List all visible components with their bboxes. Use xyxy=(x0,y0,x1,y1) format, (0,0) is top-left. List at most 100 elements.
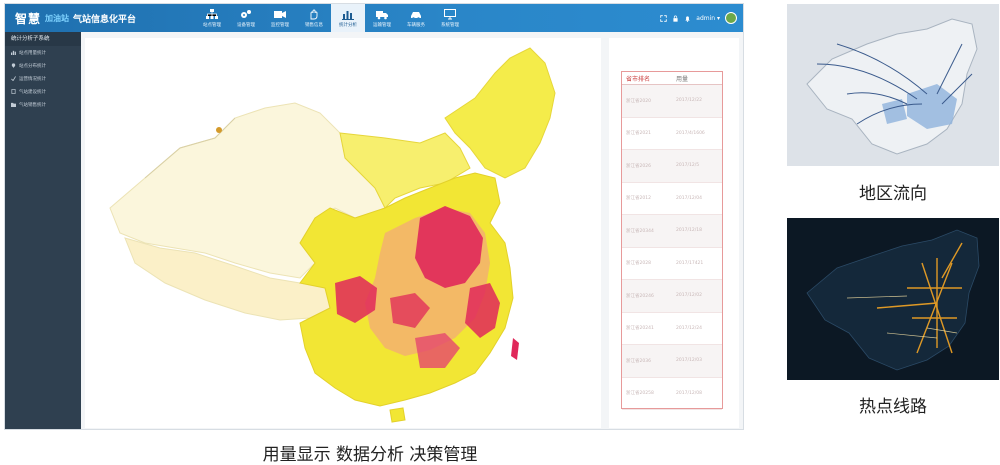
top-right-tools: admin ▾ xyxy=(660,4,737,32)
column-header-usage[interactable]: 用量 xyxy=(672,74,722,83)
chart-icon xyxy=(11,50,16,55)
table-row[interactable]: 浙江省20241 2017/12/24 xyxy=(622,313,722,345)
table-row[interactable]: 浙江省20258 2017/12/08 xyxy=(622,378,722,410)
cell-region: 浙江省20258 xyxy=(626,391,654,397)
truck-icon xyxy=(376,10,388,19)
ranking-panel: 省市排名 用量 浙江省2020 2017/12/22 浙江省2021 2017/4/1… xyxy=(609,38,739,428)
cell-usage: 2017/12/02 xyxy=(676,293,702,299)
nav-item-4[interactable]: 统计分析 xyxy=(331,4,365,32)
cell-usage: 2017/12/08 xyxy=(676,390,702,396)
brand-subtitle: 加油站 xyxy=(45,13,70,23)
sitemap-icon xyxy=(206,8,218,19)
bar-chart-icon xyxy=(342,10,354,20)
caption-hot-routes: 热点线路 xyxy=(859,397,927,417)
table-row[interactable]: 浙江省2026 2017/12/5 xyxy=(622,150,722,183)
sidebar-header: 统计分析子系统 xyxy=(5,32,81,46)
table-row[interactable]: 浙江省2036 2017/12/03 xyxy=(622,345,722,378)
pin-icon xyxy=(11,63,16,68)
sidebar-list: 站点用量统计 站点分布统计 运营情况统计 气站建设统计 气站销售统计 xyxy=(5,46,81,111)
monitor-icon xyxy=(444,8,456,19)
table-row[interactable]: 浙江省20344 2017/12/18 xyxy=(622,215,722,248)
bell-icon[interactable] xyxy=(684,15,691,22)
sidebar-item-1[interactable]: 站点分布统计 xyxy=(5,59,81,72)
cell-usage: 2017/17421 xyxy=(676,260,704,266)
top-bar: 智慧 加油站 气站信息化平台 站点管理 设备管理 监控管理 销售信息 统计分析 运输管理 车… xyxy=(5,4,743,32)
cell-region: 浙江省20241 xyxy=(626,326,654,332)
nav-item-5[interactable]: 运输管理 xyxy=(365,4,399,32)
sidebar-item-label: 站点用量统计 xyxy=(19,50,46,56)
table-body: 浙江省2020 2017/12/22 浙江省2021 2017/4/1606 浙江省20… xyxy=(622,85,722,410)
nav-item-1[interactable]: 设备管理 xyxy=(229,4,263,32)
china-heat-map[interactable] xyxy=(85,38,601,428)
camera-icon xyxy=(274,10,286,18)
nav-item-label: 统计分析 xyxy=(339,22,357,28)
table-row[interactable]: 浙江省2020 2017/12/22 xyxy=(622,85,722,118)
hand-icon xyxy=(310,9,318,19)
cell-usage: 2017/12/18 xyxy=(676,228,702,234)
top-nav: 站点管理 设备管理 监控管理 销售信息 统计分析 运输管理 车辆服务 系统管理 xyxy=(195,4,467,32)
region-flow-thumbnail[interactable] xyxy=(787,4,999,166)
nav-item-label: 监控管理 xyxy=(271,22,289,28)
doc-icon xyxy=(11,89,16,94)
folder-icon xyxy=(11,102,16,107)
nav-item-label: 站点管理 xyxy=(203,22,221,28)
cell-region: 浙江省2012 xyxy=(626,196,651,202)
sidebar-item-3[interactable]: 气站建设统计 xyxy=(5,85,81,98)
cell-usage: 2017/4/1606 xyxy=(676,130,705,136)
cell-usage: 2017/12/24 xyxy=(676,325,702,331)
sidebar-item-0[interactable]: 站点用量统计 xyxy=(5,46,81,59)
caption-main: 用量显示 数据分析 决策管理 xyxy=(262,445,478,465)
caption-region-flow: 地区流向 xyxy=(859,184,927,204)
table-row[interactable]: 浙江省2012 2017/12/04 xyxy=(622,183,722,215)
hot-routes-thumbnail[interactable] xyxy=(787,218,999,380)
app-title: 气站信息化平台 xyxy=(73,14,137,25)
nav-item-0[interactable]: 站点管理 xyxy=(195,4,229,32)
nav-item-6[interactable]: 车辆服务 xyxy=(399,4,433,32)
ranking-table: 省市排名 用量 浙江省2020 2017/12/22 浙江省2021 2017/4/1… xyxy=(621,71,723,410)
gears-icon xyxy=(241,9,251,18)
map-hotspot-dot xyxy=(216,127,222,133)
nav-item-2[interactable]: 监控管理 xyxy=(263,4,297,32)
nav-item-7[interactable]: 系统管理 xyxy=(433,4,467,32)
nav-item-label: 销售信息 xyxy=(305,22,323,28)
main-content: 省市排名 用量 浙江省2020 2017/12/22 浙江省2021 2017/4/1… xyxy=(81,32,743,429)
map-taiwan xyxy=(511,338,519,360)
table-header: 省市排名 用量 xyxy=(622,72,722,85)
table-row[interactable]: 浙江省2021 2017/4/1606 xyxy=(622,118,722,150)
china-heat-map-panel xyxy=(85,38,601,428)
brand: 智慧 加油站 气站信息化平台 xyxy=(15,10,136,26)
check-icon xyxy=(11,76,16,81)
table-row[interactable]: 浙江省20246 2017/12/02 xyxy=(622,280,722,313)
avatar[interactable] xyxy=(725,12,737,24)
column-header-rank[interactable]: 省市排名 xyxy=(622,74,672,83)
fullscreen-icon[interactable] xyxy=(660,14,668,22)
brand-logo: 智慧 xyxy=(15,11,42,26)
nav-item-label: 车辆服务 xyxy=(407,22,425,28)
nav-item-label: 系统管理 xyxy=(441,22,459,28)
cell-region: 浙江省2028 xyxy=(626,261,651,267)
user-menu[interactable]: admin ▾ xyxy=(696,15,720,22)
sidebar-item-label: 气站建设统计 xyxy=(19,89,46,95)
cell-region: 浙江省20246 xyxy=(626,293,654,299)
car-icon xyxy=(411,11,421,20)
nav-item-label: 设备管理 xyxy=(237,22,255,28)
app-window: 智慧 加油站 气站信息化平台 站点管理 设备管理 监控管理 销售信息 统计分析 运输管理 车… xyxy=(4,3,744,430)
cell-usage: 2017/12/04 xyxy=(676,195,702,201)
cell-region: 浙江省2036 xyxy=(626,358,651,364)
sidebar-item-2[interactable]: 运营情况统计 xyxy=(5,72,81,85)
cell-region: 浙江省2020 xyxy=(626,98,651,104)
sidebar-item-label: 站点分布统计 xyxy=(19,63,46,69)
cell-region: 浙江省2021 xyxy=(626,131,651,137)
table-row[interactable]: 浙江省2028 2017/17421 xyxy=(622,248,722,280)
sidebar-item-4[interactable]: 气站销售统计 xyxy=(5,98,81,111)
nav-item-label: 运输管理 xyxy=(373,22,391,28)
lock-icon[interactable] xyxy=(672,15,679,22)
cell-usage: 2017/12/22 xyxy=(676,98,702,104)
sidebar: 统计分析子系统 站点用量统计 站点分布统计 运营情况统计 气站建设统计 气站销售统计 xyxy=(5,32,81,429)
sidebar-item-label: 气站销售统计 xyxy=(19,102,46,108)
sidebar-item-label: 运营情况统计 xyxy=(19,76,46,82)
cell-usage: 2017/12/03 xyxy=(676,358,702,364)
cell-region: 浙江省20344 xyxy=(626,228,654,234)
nav-item-3[interactable]: 销售信息 xyxy=(297,4,331,32)
map-hainan xyxy=(389,407,406,423)
